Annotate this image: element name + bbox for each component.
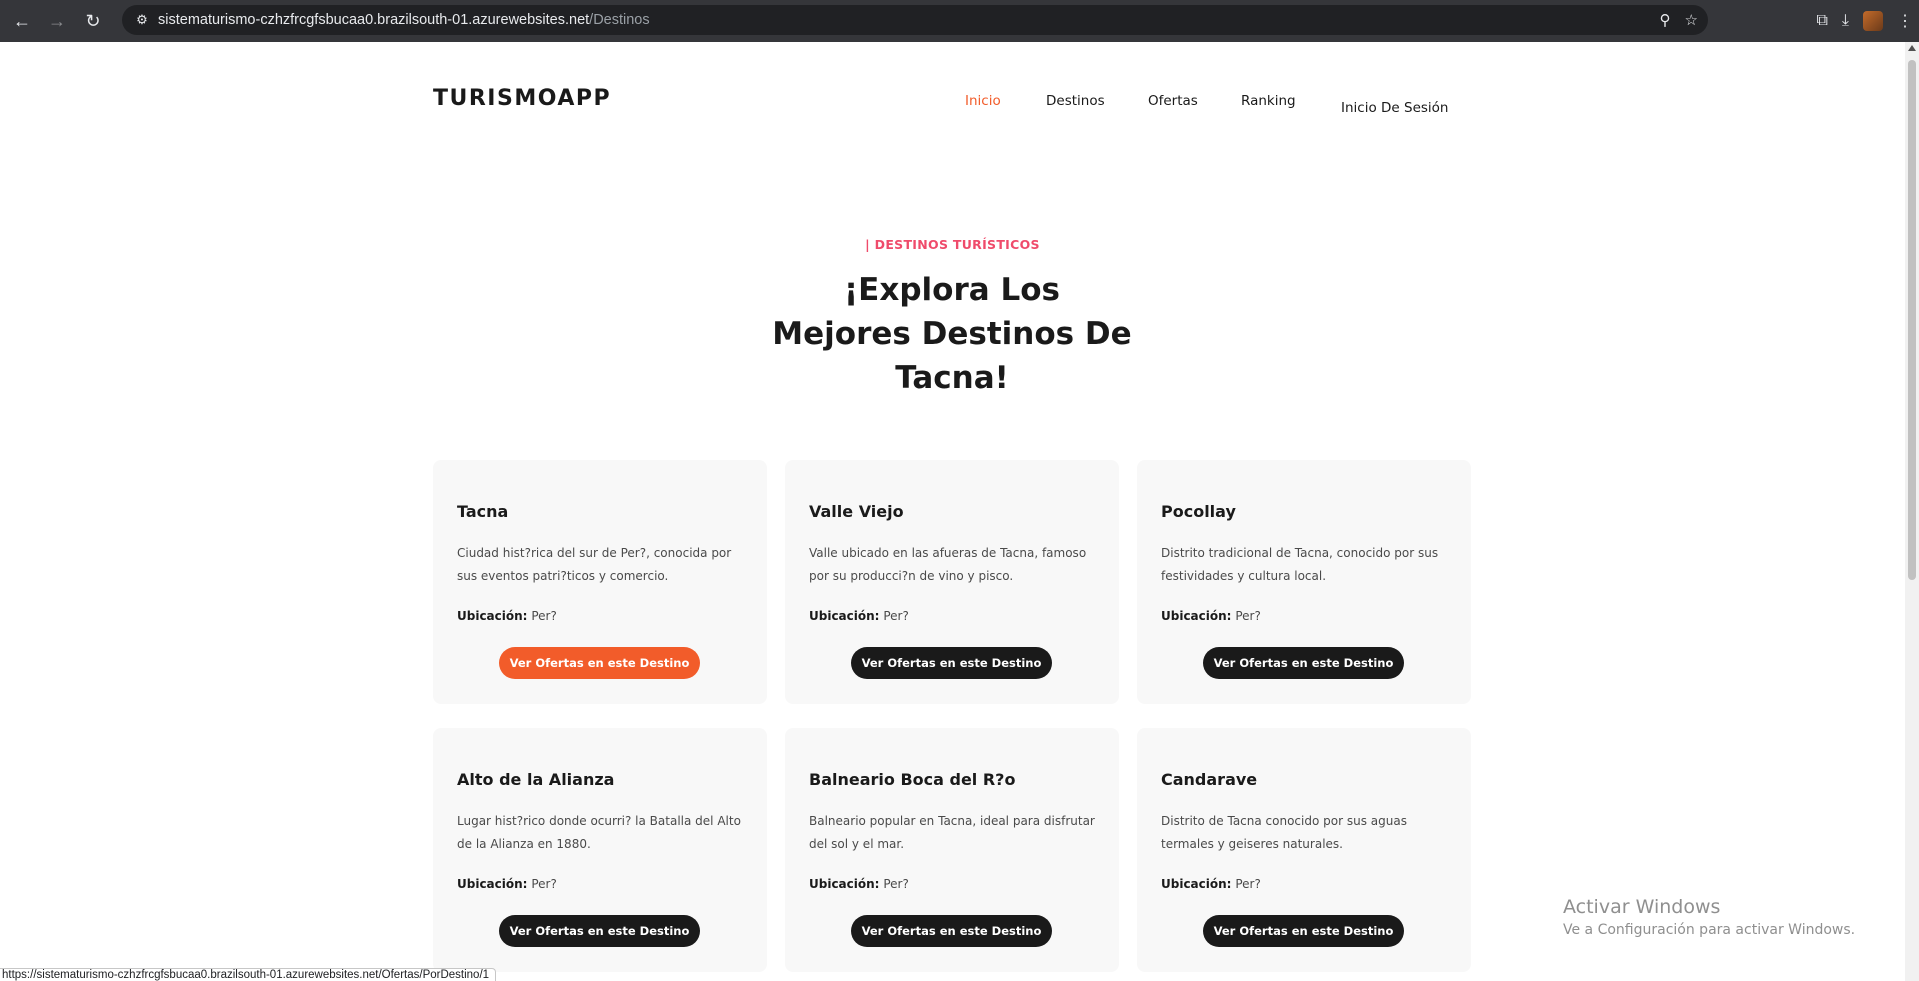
destination-description: Valle ubicado en las afueras de Tacna, f… <box>809 546 1087 583</box>
location-value: Per? <box>531 877 557 891</box>
destination-name: Balneario Boca del R?o <box>809 770 1016 789</box>
location-label: Ubicación: <box>457 609 528 623</box>
link-status-bar: https://sistematurismo-czhzfrcgfsbucaa0.… <box>0 968 497 981</box>
watermark-title: Activar Windows <box>1563 896 1721 918</box>
reload-icon[interactable]: ↻ <box>75 3 111 39</box>
scrollbar-thumb[interactable] <box>1908 60 1916 580</box>
forward-icon[interactable]: → <box>39 3 75 39</box>
section-eyebrow: | DESTINOS TURÍSTICOS <box>865 237 1040 252</box>
destination-card: Balneario Boca del R?o Balneario popular… <box>785 728 1119 972</box>
address-bar[interactable]: ⚙ sistematurismo-czhzfrcgfsbucaa0.brazil… <box>122 5 1708 35</box>
site-header: TURISMOAPP Inicio Destinos Ofertas Ranki… <box>433 42 1448 122</box>
profile-avatar[interactable] <box>1863 11 1883 31</box>
destination-description: Lugar hist?rico donde ocurri? la Batalla… <box>457 814 741 851</box>
scrollbar[interactable] <box>1905 42 1919 981</box>
destination-location: Ubicación: Per? <box>1161 877 1261 891</box>
destination-location: Ubicación: Per? <box>1161 609 1261 623</box>
url-text[interactable]: sistematurismo-czhzfrcgfsbucaa0.brazilso… <box>158 12 650 28</box>
destination-name: Candarave <box>1161 770 1258 789</box>
view-offers-button[interactable]: Ver Ofertas en este Destino <box>851 647 1052 679</box>
nav-link-destinos[interactable]: Destinos <box>1046 93 1105 109</box>
scroll-up-icon[interactable] <box>1908 45 1916 51</box>
destination-card: Alto de la Alianza Lugar hist?rico donde… <box>433 728 767 972</box>
windows-activation-watermark: Activar Windows Ve a Configuración para … <box>1563 896 1855 938</box>
destination-location: Ubicación: Per? <box>457 609 557 623</box>
location-value: Per? <box>883 609 909 623</box>
destination-name: Tacna <box>457 502 509 521</box>
location-label: Ubicación: <box>809 609 880 623</box>
location-label: Ubicación: <box>1161 877 1232 891</box>
watermark-subtitle: Ve a Configuración para activar Windows. <box>1563 922 1856 938</box>
download-icon[interactable]: ⤓ <box>1842 12 1849 30</box>
nav-link-ranking[interactable]: Ranking <box>1241 93 1296 109</box>
title-line-2: Mejores Destinos De <box>772 316 1132 352</box>
location-label: Ubicación: <box>809 877 880 891</box>
destination-name: Valle Viejo <box>809 502 904 521</box>
location-label: Ubicación: <box>457 877 528 891</box>
page-title: ¡Explora Los Mejores Destinos De Tacna! <box>752 268 1152 400</box>
view-offers-button[interactable]: Ver Ofertas en este Destino <box>499 915 700 947</box>
destination-name: Pocollay <box>1161 502 1236 521</box>
view-offers-button[interactable]: Ver Ofertas en este Destino <box>499 647 700 679</box>
nav-link-login[interactable]: Inicio De Sesión <box>1341 100 1448 116</box>
url-host: sistematurismo-czhzfrcgfsbucaa0.brazilso… <box>158 12 590 28</box>
back-icon[interactable]: ← <box>4 3 40 39</box>
destination-location: Ubicación: Per? <box>809 877 909 891</box>
location-value: Per? <box>531 609 557 623</box>
site-info-icon[interactable]: ⚙ <box>132 12 152 28</box>
location-value: Per? <box>1235 877 1261 891</box>
destination-location: Ubicación: Per? <box>457 877 557 891</box>
browser-toolbar: ← → ↻ ⚙ sistematurismo-czhzfrcgfsbucaa0.… <box>0 0 1919 42</box>
menu-kebab-icon[interactable]: ⋮ <box>1897 11 1913 31</box>
view-offers-button[interactable]: Ver Ofertas en este Destino <box>1203 915 1404 947</box>
view-offers-button[interactable]: Ver Ofertas en este Destino <box>851 915 1052 947</box>
destination-name: Alto de la Alianza <box>457 770 615 789</box>
location-value: Per? <box>1235 609 1261 623</box>
location-label: Ubicación: <box>1161 609 1232 623</box>
url-path: /Destinos <box>589 12 650 28</box>
destination-description: Balneario popular en Tacna, ideal para d… <box>809 814 1095 851</box>
nav-link-ofertas[interactable]: Ofertas <box>1148 93 1198 109</box>
destination-location: Ubicación: Per? <box>809 609 909 623</box>
title-line-3: Tacna! <box>895 360 1009 396</box>
destination-card: Tacna Ciudad hist?rica del sur de Per?, … <box>433 460 767 704</box>
extensions-icon[interactable]: ⧉ <box>1816 12 1827 30</box>
location-value: Per? <box>883 877 909 891</box>
site-logo[interactable]: TURISMOAPP <box>433 86 611 111</box>
destination-description: Distrito tradicional de Tacna, conocido … <box>1161 546 1439 583</box>
nav-link-inicio[interactable]: Inicio <box>965 93 1001 109</box>
zoom-icon[interactable]: ⚲ <box>1660 11 1671 29</box>
destination-card: Pocollay Distrito tradicional de Tacna, … <box>1137 460 1471 704</box>
title-line-1: ¡Explora Los <box>844 272 1060 308</box>
destination-description: Ciudad hist?rica del sur de Per?, conoci… <box>457 546 732 583</box>
destination-card: Candarave Distrito de Tacna conocido por… <box>1137 728 1471 972</box>
view-offers-button[interactable]: Ver Ofertas en este Destino <box>1203 647 1404 679</box>
destination-description: Distrito de Tacna conocido por sus aguas… <box>1161 814 1407 851</box>
bookmark-star-icon[interactable]: ☆ <box>1685 11 1698 29</box>
destination-card: Valle Viejo Valle ubicado en las afueras… <box>785 460 1119 704</box>
